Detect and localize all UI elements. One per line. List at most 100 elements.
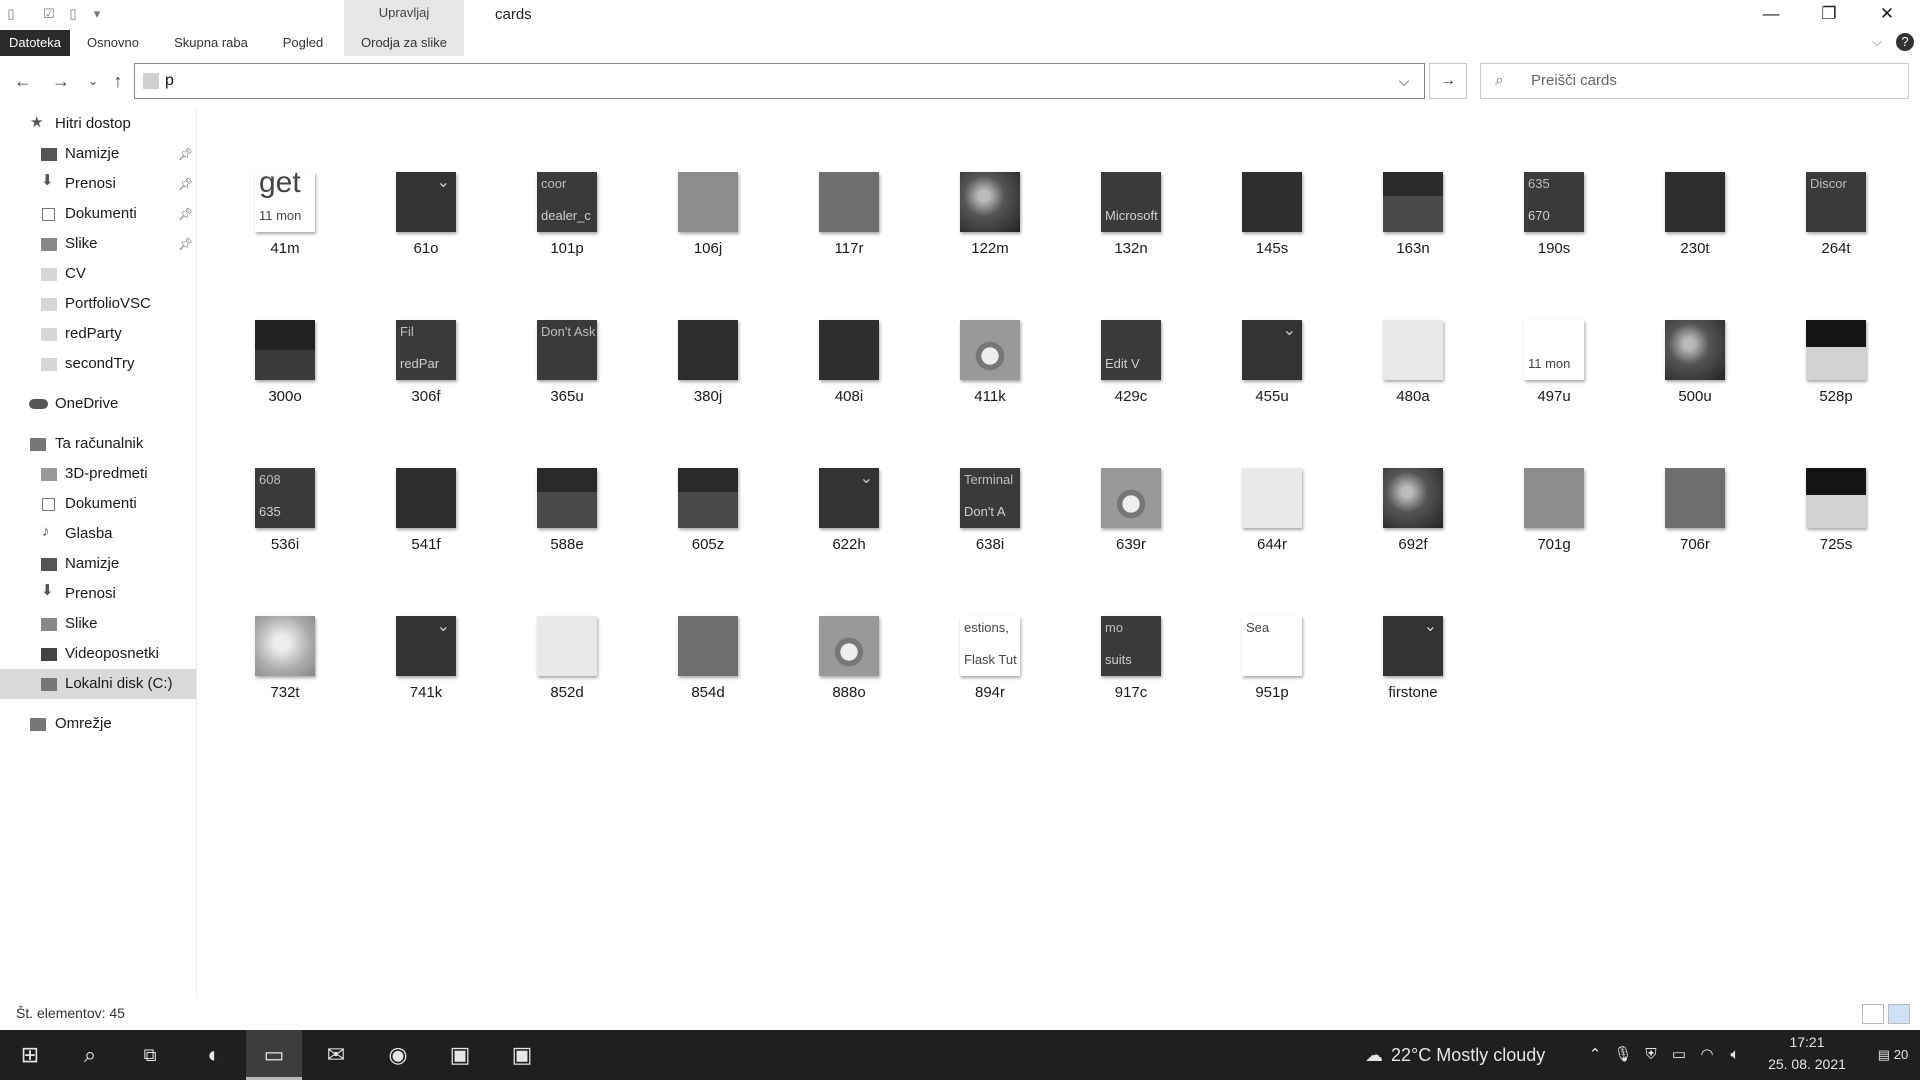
pycharm-icon[interactable]: ▣ (494, 1030, 550, 1080)
file-tile[interactable]: estions, Flask Tut 894r (928, 602, 1048, 742)
pin-icon[interactable]: 📌︎ (178, 139, 193, 169)
file-tile[interactable]: 230t (1633, 158, 1753, 298)
sidebar-item-redparty[interactable]: redParty (0, 319, 196, 349)
file-tile[interactable]: ⌄ 61o (364, 158, 484, 298)
tab-home[interactable]: Osnovno (78, 30, 148, 56)
file-tile[interactable]: ⌄ 622h (787, 454, 907, 594)
folder-icon[interactable]: ▯ (4, 6, 18, 22)
clock-time[interactable]: 17:21 (1752, 1034, 1862, 1050)
pin-icon[interactable]: 📌︎ (178, 199, 193, 229)
sidebar-item-this-pc[interactable]: Ta računalnik (0, 429, 196, 459)
sidebar-item-cv[interactable]: CV (0, 259, 196, 289)
address-input[interactable]: p (165, 64, 174, 98)
file-tile[interactable]: 605z (646, 454, 766, 594)
file-tile[interactable]: coor dealer_c 101p (505, 158, 625, 298)
wifi-icon[interactable]: ◠ (1696, 1030, 1718, 1080)
go-button[interactable]: → (1429, 63, 1467, 99)
webstorm-icon[interactable]: ▣ (432, 1030, 488, 1080)
file-tile[interactable]: ⌄ firstone (1351, 602, 1471, 742)
expand-ribbon-icon[interactable]: ⌵ (1872, 34, 1882, 50)
sidebar-item-music[interactable]: ♪ Glasba (0, 519, 196, 549)
file-tile[interactable]: Fil redPar 306f (364, 306, 484, 446)
file-tile[interactable]: 888o (787, 602, 907, 742)
file-tile[interactable]: Don't Ask 365u (505, 306, 625, 446)
file-tile[interactable]: 706r (1633, 454, 1753, 594)
file-tile[interactable]: 692f (1351, 454, 1471, 594)
up-arrow-icon[interactable]: ↑ (107, 70, 129, 92)
file-tile[interactable]: 725s (1774, 454, 1894, 594)
tab-file[interactable]: Datoteka (0, 30, 70, 56)
sidebar-item-pc-documents[interactable]: Dokumenti (0, 489, 196, 519)
file-tile[interactable]: 122m (928, 158, 1048, 298)
chevron-down-icon[interactable]: ⌵ (1387, 64, 1421, 98)
file-tile[interactable]: Terminal Don't A 638i (928, 454, 1048, 594)
sidebar-item-onedrive[interactable]: OneDrive (0, 389, 196, 419)
pin-icon[interactable]: 📌︎ (178, 169, 193, 199)
file-tile[interactable]: ⌄ 455u (1210, 306, 1330, 446)
sidebar-item-desktop[interactable]: Namizje 📌︎ (0, 139, 196, 169)
file-tile[interactable]: get 11 mon 41m (223, 158, 343, 298)
battery-icon[interactable]: ▭ (1668, 1030, 1690, 1080)
close-button[interactable]: ✕ (1858, 0, 1916, 30)
clock-date[interactable]: 25. 08. 2021 (1752, 1056, 1862, 1072)
sidebar-item-pc-pictures[interactable]: Slike (0, 609, 196, 639)
pin-icon[interactable]: 📌︎ (178, 229, 193, 259)
sidebar-item-portfoliovsc[interactable]: PortfolioVSC (0, 289, 196, 319)
file-tile[interactable]: 732t (223, 602, 343, 742)
chevron-up-icon[interactable]: ⌃ (1584, 1030, 1606, 1080)
file-tile[interactable]: ⌄ 741k (364, 602, 484, 742)
recent-locations-icon[interactable]: ⌄ (82, 70, 104, 92)
file-tile[interactable]: 852d (505, 602, 625, 742)
search-icon[interactable]: ⌕ (62, 1030, 118, 1080)
file-tile[interactable]: 635 670 190s (1492, 158, 1612, 298)
chrome-icon[interactable]: ◉ (370, 1030, 426, 1080)
help-icon[interactable]: ? (1896, 33, 1914, 51)
microphone-icon[interactable]: 🎙︎ (1612, 1030, 1634, 1080)
file-tile[interactable]: Discor 264t (1774, 158, 1894, 298)
file-tile[interactable]: 480a (1351, 306, 1471, 446)
pane-divider[interactable] (196, 108, 197, 998)
file-tile[interactable]: mo suits 917c (1069, 602, 1189, 742)
security-shield-icon[interactable]: ⛨ (1640, 1030, 1662, 1080)
file-tile[interactable]: 644r (1210, 454, 1330, 594)
sidebar-item-pc-desktop[interactable]: Namizje (0, 549, 196, 579)
file-tile[interactable]: 106j (646, 158, 766, 298)
sidebar-item-downloads[interactable]: ⬇ Prenosi 📌︎ (0, 169, 196, 199)
volume-icon[interactable]: 🔈︎ (1724, 1030, 1746, 1080)
new-folder-icon[interactable]: ▯ (66, 6, 80, 22)
contextual-tab-manage[interactable]: Upravljaj (344, 0, 464, 30)
notifications-button[interactable]: ▤ 20 (1866, 1030, 1920, 1080)
file-tile[interactable]: 117r (787, 158, 907, 298)
file-tile[interactable]: 639r (1069, 454, 1189, 594)
file-tile[interactable]: 541f (364, 454, 484, 594)
weather-widget[interactable]: ☁ 22°C Mostly cloudy (1365, 1030, 1545, 1080)
properties-icon[interactable]: ☑ (42, 6, 56, 22)
restore-button[interactable]: ❐ (1800, 0, 1858, 30)
file-tile[interactable]: 528p (1774, 306, 1894, 446)
file-tile[interactable]: 500u (1633, 306, 1753, 446)
customize-toolbar-icon[interactable]: ▾ (90, 6, 104, 22)
file-tile[interactable]: 408i (787, 306, 907, 446)
file-explorer-icon[interactable]: ▭ (246, 1030, 302, 1080)
details-view-button[interactable] (1862, 1004, 1884, 1024)
file-tile[interactable]: Microsoft 132n (1069, 158, 1189, 298)
sidebar-item-secondtry[interactable]: secondTry (0, 349, 196, 379)
sidebar-item-pc-downloads[interactable]: ⬇ Prenosi (0, 579, 196, 609)
sidebar-item-videos[interactable]: Videoposnetki (0, 639, 196, 669)
file-tile[interactable]: 145s (1210, 158, 1330, 298)
file-tile[interactable]: Edit V 429c (1069, 306, 1189, 446)
sidebar-item-pictures[interactable]: Slike 📌︎ (0, 229, 196, 259)
file-tile[interactable]: 701g (1492, 454, 1612, 594)
sidebar-item-quick-access[interactable]: ★ Hitri dostop (0, 109, 196, 139)
mail-icon[interactable]: ✉ (308, 1030, 364, 1080)
search-input[interactable]: ⌕ Preišči cards (1480, 63, 1909, 99)
sidebar-item-local-disk[interactable]: Lokalni disk (C:) (0, 669, 196, 699)
file-tile[interactable]: 588e (505, 454, 625, 594)
file-tile[interactable]: 854d (646, 602, 766, 742)
file-tile[interactable]: 163n (1351, 158, 1471, 298)
sidebar-item-3d-objects[interactable]: 3D-predmeti (0, 459, 196, 489)
large-icons-view-button[interactable] (1888, 1004, 1910, 1024)
sidebar-item-network[interactable]: Omrežje (0, 709, 196, 739)
tab-picture-tools[interactable]: Orodja za slike (344, 30, 464, 56)
windows-start-icon[interactable]: ⊞ (2, 1030, 58, 1080)
